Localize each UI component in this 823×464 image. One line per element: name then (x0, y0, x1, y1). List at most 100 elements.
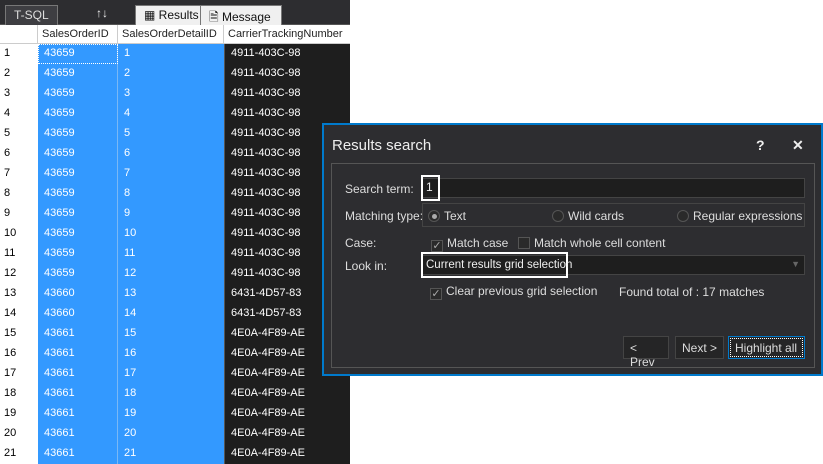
table-cell[interactable]: 7 (118, 164, 224, 184)
table-row[interactable]: 4 43659 4 4911-403C-98 (0, 104, 350, 124)
sort-icon[interactable]: ↑↓ (96, 6, 108, 20)
table-cell[interactable]: 2 (118, 64, 224, 84)
table-cell[interactable]: 1 (118, 44, 224, 64)
table-cell[interactable]: 43661 (38, 404, 118, 424)
table-cell[interactable]: 17 (118, 364, 224, 384)
tab-tsql[interactable]: T-SQL (5, 5, 58, 25)
row-number[interactable]: 8 (0, 184, 38, 204)
table-cell[interactable]: 16 (118, 344, 224, 364)
column-header[interactable]: SalesOrderID (38, 25, 118, 43)
table-cell[interactable]: 14 (118, 304, 224, 324)
close-button[interactable]: ✕ (792, 137, 804, 154)
table-cell[interactable]: 43659 (38, 244, 118, 264)
table-row[interactable]: 11 43659 11 4911-403C-98 (0, 244, 350, 264)
table-cell[interactable]: 43659 (38, 104, 118, 124)
table-row[interactable]: 15 43661 15 4E0A-4F89-AE (0, 324, 350, 344)
table-cell[interactable]: 4911-403C-98 (224, 44, 350, 64)
table-cell[interactable]: 43659 (38, 144, 118, 164)
table-cell[interactable]: 4 (118, 104, 224, 124)
table-row[interactable]: 18 43661 18 4E0A-4F89-AE (0, 384, 350, 404)
table-cell[interactable]: 4911-403C-98 (224, 84, 350, 104)
table-row[interactable]: 19 43661 19 4E0A-4F89-AE (0, 404, 350, 424)
row-number[interactable]: 19 (0, 404, 38, 424)
radio-wild-cards[interactable]: Wild cards (552, 209, 624, 223)
table-cell[interactable]: 43661 (38, 344, 118, 364)
table-row[interactable]: 7 43659 7 4911-403C-98 (0, 164, 350, 184)
match-case-checkbox[interactable]: ✓ Match case (431, 236, 508, 252)
table-cell[interactable]: 43661 (38, 444, 118, 464)
table-row[interactable]: 6 43659 6 4911-403C-98 (0, 144, 350, 164)
row-number[interactable]: 13 (0, 284, 38, 304)
table-cell[interactable]: 43659 (38, 44, 118, 64)
table-row[interactable]: 8 43659 8 4911-403C-98 (0, 184, 350, 204)
column-header[interactable]: SalesOrderDetailID (118, 25, 224, 43)
table-cell[interactable]: 21 (118, 444, 224, 464)
table-cell[interactable]: 4911-403C-98 (224, 64, 350, 84)
table-cell[interactable]: 43659 (38, 164, 118, 184)
table-cell[interactable]: 43659 (38, 124, 118, 144)
table-cell[interactable]: 10 (118, 224, 224, 244)
results-grid[interactable]: SalesOrderID SalesOrderDetailID CarrierT… (0, 25, 350, 464)
table-cell[interactable]: 3 (118, 84, 224, 104)
table-cell[interactable]: 43660 (38, 284, 118, 304)
row-number[interactable]: 5 (0, 124, 38, 144)
table-row[interactable]: 14 43660 14 6431-4D57-83 (0, 304, 350, 324)
table-row[interactable]: 17 43661 17 4E0A-4F89-AE (0, 364, 350, 384)
table-cell[interactable]: 5 (118, 124, 224, 144)
next-button[interactable]: Next > (675, 336, 724, 359)
table-cell[interactable]: 20 (118, 424, 224, 444)
table-cell[interactable]: 43661 (38, 384, 118, 404)
table-cell[interactable]: 18 (118, 384, 224, 404)
row-number[interactable]: 17 (0, 364, 38, 384)
prev-button[interactable]: < Prev (623, 336, 669, 369)
row-number[interactable]: 4 (0, 104, 38, 124)
table-row[interactable]: 20 43661 20 4E0A-4F89-AE (0, 424, 350, 444)
table-cell[interactable]: 19 (118, 404, 224, 424)
table-cell[interactable]: 43659 (38, 84, 118, 104)
match-whole-cell-checkbox[interactable]: Match whole cell content (518, 236, 665, 250)
table-cell[interactable]: 6 (118, 144, 224, 164)
table-cell[interactable]: 43661 (38, 364, 118, 384)
table-row[interactable]: 3 43659 3 4911-403C-98 (0, 84, 350, 104)
table-cell[interactable]: 43659 (38, 264, 118, 284)
radio-text[interactable]: Text (428, 209, 466, 223)
table-row[interactable]: 16 43661 16 4E0A-4F89-AE (0, 344, 350, 364)
table-cell[interactable]: 43660 (38, 304, 118, 324)
table-cell[interactable]: 4E0A-4F89-AE (224, 384, 350, 404)
row-number[interactable]: 6 (0, 144, 38, 164)
table-cell[interactable]: 43661 (38, 424, 118, 444)
table-cell[interactable]: 13 (118, 284, 224, 304)
table-cell[interactable]: 43659 (38, 184, 118, 204)
row-number[interactable]: 10 (0, 224, 38, 244)
search-term-input[interactable]: 1 (421, 175, 805, 201)
table-cell[interactable]: 4911-403C-98 (224, 104, 350, 124)
table-cell[interactable]: 11 (118, 244, 224, 264)
tab-message[interactable]: 🗎 Message (200, 5, 282, 25)
table-row[interactable]: 5 43659 5 4911-403C-98 (0, 124, 350, 144)
table-cell[interactable]: 43661 (38, 324, 118, 344)
table-row[interactable]: 13 43660 13 6431-4D57-83 (0, 284, 350, 304)
column-header[interactable]: CarrierTrackingNumber (224, 25, 350, 43)
table-row[interactable]: 9 43659 9 4911-403C-98 (0, 204, 350, 224)
table-row[interactable]: 10 43659 10 4911-403C-98 (0, 224, 350, 244)
row-number[interactable]: 7 (0, 164, 38, 184)
table-row[interactable]: 1 43659 1 4911-403C-98 (0, 44, 350, 64)
row-number[interactable]: 2 (0, 64, 38, 84)
help-button[interactable]: ? (756, 137, 765, 153)
row-number[interactable]: 18 (0, 384, 38, 404)
look-in-dropdown[interactable]: Current results grid selection ▼ (421, 252, 805, 278)
table-row[interactable]: 21 43661 21 4E0A-4F89-AE (0, 444, 350, 464)
table-cell[interactable]: 43659 (38, 64, 118, 84)
table-cell[interactable]: 43659 (38, 224, 118, 244)
radio-regex[interactable]: Regular expressions (677, 209, 802, 223)
table-row[interactable]: 12 43659 12 4911-403C-98 (0, 264, 350, 284)
row-number[interactable]: 16 (0, 344, 38, 364)
table-cell[interactable]: 43659 (38, 204, 118, 224)
tab-results[interactable]: ▦ Results (135, 5, 208, 25)
row-number[interactable]: 11 (0, 244, 38, 264)
row-number[interactable]: 9 (0, 204, 38, 224)
table-cell[interactable]: 4E0A-4F89-AE (224, 444, 350, 464)
row-number[interactable]: 1 (0, 44, 38, 64)
table-cell[interactable]: 4E0A-4F89-AE (224, 424, 350, 444)
table-cell[interactable]: 8 (118, 184, 224, 204)
